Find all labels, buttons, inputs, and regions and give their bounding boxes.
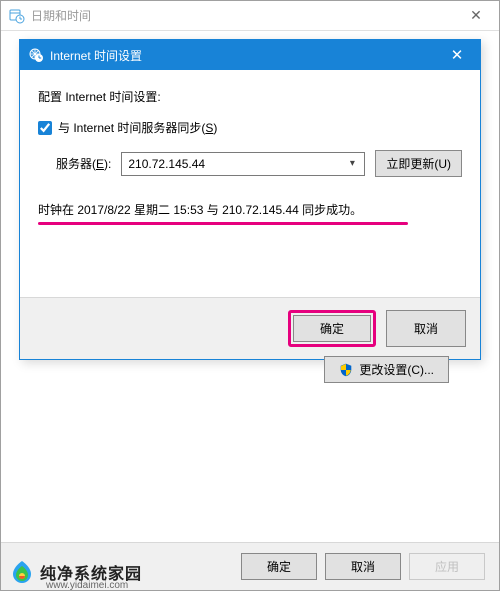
sync-checkbox-label[interactable]: 与 Internet 时间服务器同步(S) <box>58 119 217 136</box>
date-time-window: 日期和时间 ✕ Internet 时间设置 ✕ 配置 Inter <box>0 0 500 591</box>
chevron-down-icon: ▾ <box>344 153 360 175</box>
ok-button-highlight: 确定 <box>288 310 376 347</box>
server-value: 210.72.145.44 <box>128 157 344 171</box>
outer-body: Internet 时间设置 ✕ 配置 Internet 时间设置: 与 Inte… <box>1 31 499 590</box>
inner-window-title: Internet 时间设置 <box>50 47 434 64</box>
outer-cancel-button[interactable]: 取消 <box>325 553 401 580</box>
inner-footer: 确定 取消 <box>20 297 480 359</box>
inner-content: 配置 Internet 时间设置: 与 Internet 时间服务器同步(S) … <box>20 70 480 297</box>
inner-close-button[interactable]: ✕ <box>434 40 480 70</box>
change-settings-label: 更改设置(C)... <box>359 361 434 378</box>
outer-titlebar: 日期和时间 ✕ <box>1 1 499 31</box>
server-label: 服务器(E): <box>56 155 111 172</box>
inner-cancel-button[interactable]: 取消 <box>386 310 466 347</box>
watermark-url: www.yidaimei.com <box>46 580 128 591</box>
server-combobox[interactable]: 210.72.145.44 ▾ <box>121 152 365 176</box>
config-label: 配置 Internet 时间设置: <box>38 88 462 105</box>
inner-ok-button[interactable]: 确定 <box>293 315 371 342</box>
outer-ok-button[interactable]: 确定 <box>241 553 317 580</box>
watermark: 纯净系统家园 www.yidaimei.com <box>8 558 142 586</box>
shield-icon <box>339 363 353 377</box>
change-settings-button[interactable]: 更改设置(C)... <box>324 356 449 383</box>
inner-titlebar: Internet 时间设置 ✕ <box>20 40 480 70</box>
status-underline-annotation <box>38 222 408 225</box>
sync-checkbox[interactable] <box>38 121 52 135</box>
outer-window-title: 日期和时间 <box>31 7 453 24</box>
globe-clock-icon <box>28 47 44 63</box>
calendar-clock-icon <box>9 8 25 24</box>
outer-close-button[interactable]: ✕ <box>453 1 499 31</box>
watermark-icon <box>8 558 36 586</box>
server-row: 服务器(E): 210.72.145.44 ▾ 立即更新(U) <box>56 150 462 177</box>
update-now-button[interactable]: 立即更新(U) <box>375 150 462 177</box>
sync-status-text: 时钟在 2017/8/22 星期二 15:53 与 210.72.145.44 … <box>38 201 462 218</box>
internet-time-dialog: Internet 时间设置 ✕ 配置 Internet 时间设置: 与 Inte… <box>19 39 481 360</box>
sync-checkbox-row: 与 Internet 时间服务器同步(S) <box>38 119 462 136</box>
outer-apply-button[interactable]: 应用 <box>409 553 485 580</box>
